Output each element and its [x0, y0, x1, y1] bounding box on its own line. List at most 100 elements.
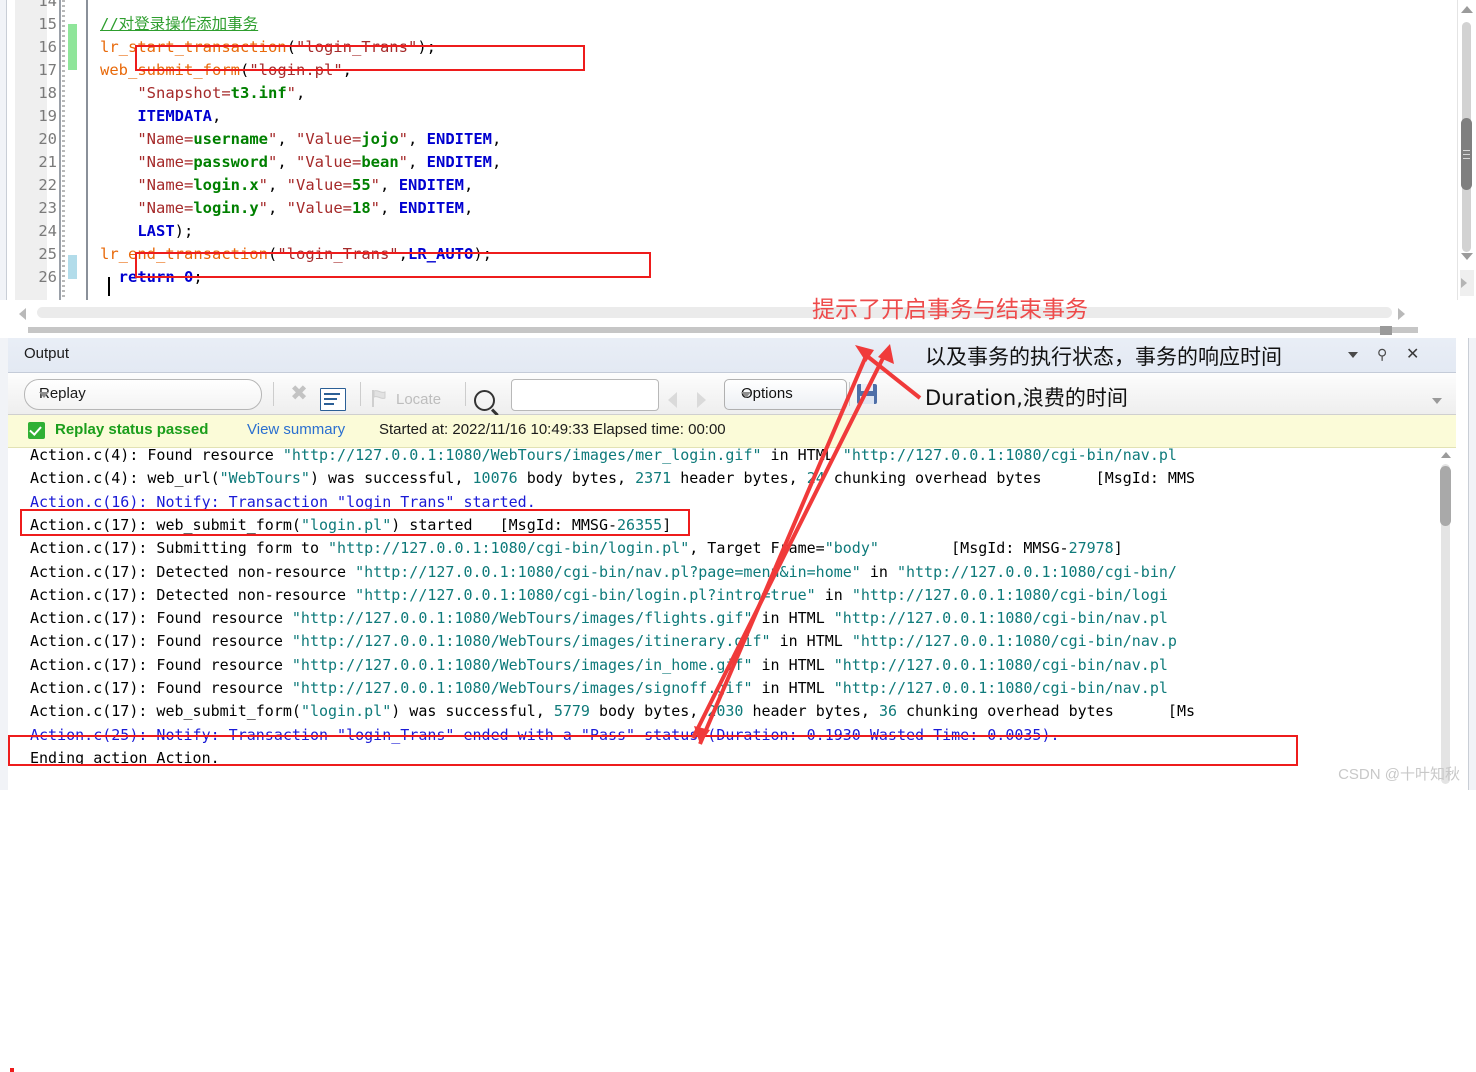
search-input[interactable]	[511, 379, 659, 411]
code-line: "Snapshot=t3.inf",	[137, 84, 306, 102]
status-check-icon	[28, 422, 45, 439]
highlight-box-lr-start-transaction	[135, 45, 585, 71]
log-line: Action.c(17): Detected non-resource "htt…	[30, 562, 1177, 581]
log-line: Action.c(17): Detected non-resource "htt…	[30, 585, 1168, 604]
code-line: "Name=username", "Value=jojo", ENDITEM,	[137, 130, 502, 148]
chevron-down-icon	[1348, 352, 1358, 358]
log-source-select[interactable]: Replay	[24, 379, 262, 410]
toolbar-separator-2	[360, 382, 361, 406]
log-line: Action.c(17): web_submit_form("login.pl"…	[30, 702, 1196, 721]
panel-pin-button[interactable]: ⚲	[1374, 346, 1392, 364]
find-button[interactable]	[474, 379, 502, 411]
change-marker-green	[68, 24, 77, 70]
panel-close-button[interactable]: ✕	[1404, 346, 1422, 364]
scroll-down-arrow-icon[interactable]	[1461, 253, 1473, 260]
folding-margin-separator	[86, 0, 88, 300]
code-line: "Name=login.y", "Value=18", ENDITEM,	[137, 199, 474, 217]
gutter-separator	[59, 0, 61, 300]
save-icon[interactable]	[857, 384, 877, 404]
line-number: 26	[38, 268, 57, 286]
editor-vertical-scrollbar[interactable]	[1457, 0, 1476, 300]
scroll-left-arrow-icon[interactable]	[19, 308, 26, 320]
log-line: Action.c(17): Found resource "http://127…	[30, 679, 1168, 697]
highlight-box-transaction-started	[20, 509, 690, 536]
panel-menu-button[interactable]	[1344, 346, 1362, 364]
change-marker-blue	[68, 255, 77, 279]
scroll-up-arrow-icon[interactable]	[1461, 6, 1473, 13]
chevron-left-icon	[668, 392, 677, 408]
annotation-start-end: 提示了开启事务与结束事务	[812, 297, 1088, 323]
editor-horizontal-scrollbar[interactable]	[15, 303, 1405, 323]
line-number: 23	[38, 199, 57, 217]
line-number: 16	[38, 38, 57, 56]
editor-left-edge	[0, 0, 7, 300]
line-number: 18	[38, 84, 57, 102]
find-next-button[interactable]	[692, 379, 714, 408]
line-number: 25	[38, 245, 57, 263]
line-number-gutter: 14 15 16 17 18 19 20 21 22 23 24 25 26	[15, 0, 65, 300]
locate-label: Locate	[396, 391, 442, 408]
chevron-down-icon	[39, 392, 49, 398]
locate-button[interactable]: Locate	[370, 379, 470, 408]
line-number: 17	[38, 61, 57, 79]
line-number: 21	[38, 153, 57, 171]
toolbar-separator-4	[849, 382, 850, 406]
word-wrap-button[interactable]	[320, 379, 348, 411]
scroll-right-arrow-icon[interactable]	[1461, 278, 1467, 288]
toolbar-overflow-chevron-icon[interactable]	[1432, 398, 1442, 404]
find-previous-button[interactable]	[665, 379, 687, 408]
status-badge: Replay status passed	[55, 421, 209, 438]
scroll-right-arrow-icon-2[interactable]	[1398, 308, 1405, 320]
text-caret	[108, 277, 110, 296]
log-vscroll-thumb[interactable]	[1440, 466, 1451, 526]
output-panel-title: Output	[24, 345, 70, 362]
annotation-exec-state: 以及事务的执行状态，事务的响应时间	[925, 345, 1282, 369]
save-icon-label	[860, 396, 874, 404]
wrap-text-icon	[320, 388, 346, 411]
pin-icon: ⚲	[1377, 347, 1388, 363]
line-number: 19	[38, 107, 57, 125]
log-line: Action.c(17): Found resource "http://127…	[30, 609, 1168, 628]
chevron-down-icon	[741, 392, 751, 398]
log-line: Action.c(4): Found resource "http://127.…	[30, 448, 1177, 464]
code-editor-pane[interactable]: 14 15 16 17 18 19 20 21 22 23 24 25 26 //对登录操作添加事务 lr…	[0, 0, 1476, 300]
editor-vscroll-thumb[interactable]	[1461, 118, 1472, 190]
line-number: 20	[38, 130, 57, 148]
log-line: Action.c(4): web_url("WebTours") was suc…	[30, 469, 1196, 488]
search-icon	[474, 390, 495, 411]
application-window: 14 15 16 17 18 19 20 21 22 23 24 25 26 //对登录操作添加事务 lr…	[0, 0, 1476, 1072]
output-panel-right-edge	[1468, 338, 1476, 790]
line-number: 14	[38, 0, 57, 10]
code-line: "Name=password", "Value=bean", ENDITEM,	[137, 153, 502, 171]
replay-status-bar: Replay status passed View summary Starte…	[8, 415, 1456, 448]
code-line: "Name=login.x", "Value=55", ENDITEM,	[137, 176, 474, 194]
clear-icon: ✖	[290, 382, 308, 405]
toolbar-separator-3	[465, 382, 466, 406]
code-line: ITEMDATA,	[137, 107, 222, 125]
gutter-dotted-rule	[62, 0, 65, 300]
line-number: 15	[38, 15, 57, 33]
clear-output-button[interactable]: ✖	[286, 379, 312, 408]
log-vertical-scrollbar[interactable]	[1439, 450, 1454, 788]
line-number: 24	[38, 222, 57, 240]
log-line: Action.c(17): Found resource "http://127…	[30, 632, 1177, 651]
code-line: //对登录操作添加事务	[100, 15, 259, 33]
close-icon: ✕	[1406, 346, 1420, 363]
highlight-box-transaction-ended	[8, 735, 1298, 766]
chevron-right-icon	[697, 392, 706, 408]
splitter-rail-thumb[interactable]	[1380, 326, 1392, 335]
log-scroll-up-arrow-icon[interactable]	[1441, 452, 1451, 458]
log-line: Action.c(17): Found resource "http://127…	[30, 655, 1168, 674]
options-button[interactable]: Options	[724, 379, 847, 410]
output-panel: Output ⚲ ✕ Replay ✖ Locate Options Repla…	[8, 338, 1456, 1072]
highlight-box-lr-end-transaction	[135, 252, 651, 278]
view-summary-link[interactable]: View summary	[247, 421, 345, 438]
log-line: Action.c(17): Submitting form to "http:/…	[30, 539, 1123, 558]
watermark: CSDN @十叶知秋	[1338, 766, 1460, 783]
splitter-rail[interactable]	[28, 327, 1418, 333]
flag-icon	[370, 389, 388, 408]
output-toolbar: Replay ✖ Locate Options	[8, 373, 1456, 415]
toolbar-separator-1	[273, 382, 274, 406]
editor-left-edge-inner	[7, 0, 9, 300]
editor-hscroll-track[interactable]	[37, 307, 1392, 318]
